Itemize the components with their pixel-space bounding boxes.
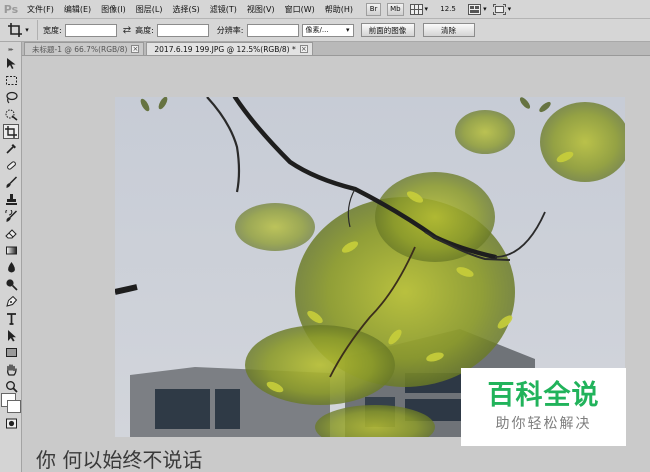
chevron-down-icon: ▾ <box>507 5 512 13</box>
blur-tool[interactable] <box>3 260 19 275</box>
menu-bar: Ps 文件(F) 编辑(E) 图像(I) 图层(L) 选择(S) 滤镜(T) 视… <box>0 0 650 19</box>
menu-help[interactable]: 帮助(H) <box>320 0 358 19</box>
chevron-down-icon: ▾ <box>424 5 429 13</box>
tab-label: 2017.6.19 199.JPG @ 12.5%(RGB/8) * <box>154 44 296 54</box>
healing-brush-tool[interactable] <box>3 158 19 173</box>
brush-tool[interactable] <box>3 175 19 190</box>
menu-file[interactable]: 文件(F) <box>22 0 59 19</box>
crop-icon <box>5 125 17 138</box>
quick-mask-button[interactable] <box>3 416 19 431</box>
type-tool[interactable] <box>3 311 19 326</box>
close-icon[interactable]: × <box>299 45 308 53</box>
eraser-tool[interactable] <box>3 226 19 241</box>
menu-layer[interactable]: 图层(L) <box>131 0 168 19</box>
chevron-down-icon: ▾ <box>25 26 29 34</box>
chevron-down-icon: ▾ <box>483 5 487 13</box>
tools-panel: ▸▸ <box>0 42 22 472</box>
height-label: 高度: <box>135 25 154 35</box>
zoom-icon <box>5 381 18 393</box>
hand-icon <box>6 364 17 376</box>
grid-view-icon <box>409 3 423 15</box>
menu-window[interactable]: 窗口(W) <box>280 0 320 19</box>
blur-icon <box>7 262 15 273</box>
resolution-unit-select[interactable]: 像素/... ▾ <box>301 23 354 37</box>
screen-mode-dropdown[interactable]: ▾ <box>492 3 512 15</box>
view-extras-dropdown[interactable]: ▾ <box>409 3 429 15</box>
move-icon <box>6 58 15 69</box>
menu-filter[interactable]: 滤镜(T) <box>205 0 242 19</box>
path-selection-tool[interactable] <box>3 328 19 343</box>
eyedropper-tool[interactable] <box>3 141 19 156</box>
menu-image[interactable]: 图像(I) <box>96 0 131 19</box>
menu-edit[interactable]: 编辑(E) <box>59 0 96 19</box>
pen-tool[interactable] <box>3 294 19 309</box>
document-tabs: 未标题-1 @ 66.7%(RGB/8) × 2017.6.19 199.JPG… <box>22 42 650 56</box>
tab-label: 未标题-1 @ 66.7%(RGB/8) <box>32 44 128 54</box>
marquee-icon <box>5 76 17 85</box>
options-bar: ▾ 宽度: ⇄ 高度: 分辨率: 像素/... ▾ 前面的图像 清除 <box>0 19 650 42</box>
pen-icon <box>5 295 17 307</box>
launch-minibridge-button[interactable]: Mb <box>387 2 404 16</box>
width-input[interactable] <box>64 23 117 37</box>
marquee-tool[interactable] <box>3 73 19 88</box>
tab-untitled-1[interactable]: 未标题-1 @ 66.7%(RGB/8) × <box>24 42 145 55</box>
arrange-documents-icon <box>468 3 482 15</box>
chevron-down-icon: ▾ <box>345 26 350 34</box>
rectangle-shape-icon <box>5 348 17 357</box>
arrange-documents-dropdown[interactable]: ▾ <box>468 3 487 15</box>
healing-brush-icon <box>6 161 16 170</box>
screen-mode-icon <box>492 3 506 15</box>
zoom-tool[interactable] <box>3 379 19 394</box>
dodge-icon <box>5 279 18 291</box>
hand-tool[interactable] <box>3 362 19 377</box>
gradient-tool[interactable] <box>3 243 19 258</box>
clear-button[interactable]: 清除 <box>422 23 475 37</box>
type-icon <box>6 313 16 325</box>
height-input[interactable] <box>156 23 209 37</box>
front-image-button[interactable]: 前面的图像 <box>360 23 415 37</box>
watermark-badge: 百科全说 助你轻松解决 <box>461 368 626 446</box>
watermark-subtitle: 助你轻松解决 <box>495 415 592 432</box>
move-tool[interactable] <box>3 56 19 71</box>
resolution-input[interactable] <box>246 23 299 37</box>
lasso-icon <box>5 91 18 104</box>
photoshop-logo: Ps <box>3 2 19 16</box>
history-brush-tool[interactable] <box>3 209 19 224</box>
quick-mask-icon <box>5 418 17 429</box>
background-color-swatch[interactable] <box>7 400 21 413</box>
launch-bridge-button[interactable]: Br <box>366 2 382 16</box>
brush-icon <box>5 176 17 188</box>
eraser-icon <box>4 229 17 239</box>
crop-tool[interactable] <box>3 124 19 139</box>
swap-dimensions-icon[interactable]: ⇄ <box>123 25 131 36</box>
menu-select[interactable]: 选择(S) <box>167 0 204 19</box>
eyedropper-icon <box>5 144 16 154</box>
watermark-title: 百科全说 <box>487 380 600 412</box>
shape-tool[interactable] <box>3 345 19 360</box>
quick-select-icon <box>5 109 17 121</box>
history-brush-icon <box>4 210 17 222</box>
tab-photo-jpg[interactable]: 2017.6.19 199.JPG @ 12.5%(RGB/8) * × <box>146 42 313 55</box>
quick-selection-tool[interactable] <box>3 107 19 122</box>
clone-stamp-tool[interactable] <box>3 192 19 207</box>
close-icon[interactable]: × <box>131 45 140 53</box>
width-label: 宽度: <box>43 25 62 35</box>
menu-view[interactable]: 视图(V) <box>242 0 280 19</box>
gradient-icon <box>5 246 17 255</box>
dodge-tool[interactable] <box>3 277 19 292</box>
path-selection-icon <box>7 330 16 342</box>
crop-icon <box>8 23 23 37</box>
panel-grip[interactable]: ▸▸ <box>0 42 21 56</box>
clone-stamp-icon <box>5 194 17 205</box>
zoom-level-field[interactable]: 12.5 <box>434 5 462 13</box>
resolution-label: 分辨率: <box>216 25 244 35</box>
tool-preset-picker[interactable]: ▾ <box>0 20 38 40</box>
caption-text: 你 何以始终不说话 <box>36 448 203 472</box>
lasso-tool[interactable] <box>3 90 19 105</box>
